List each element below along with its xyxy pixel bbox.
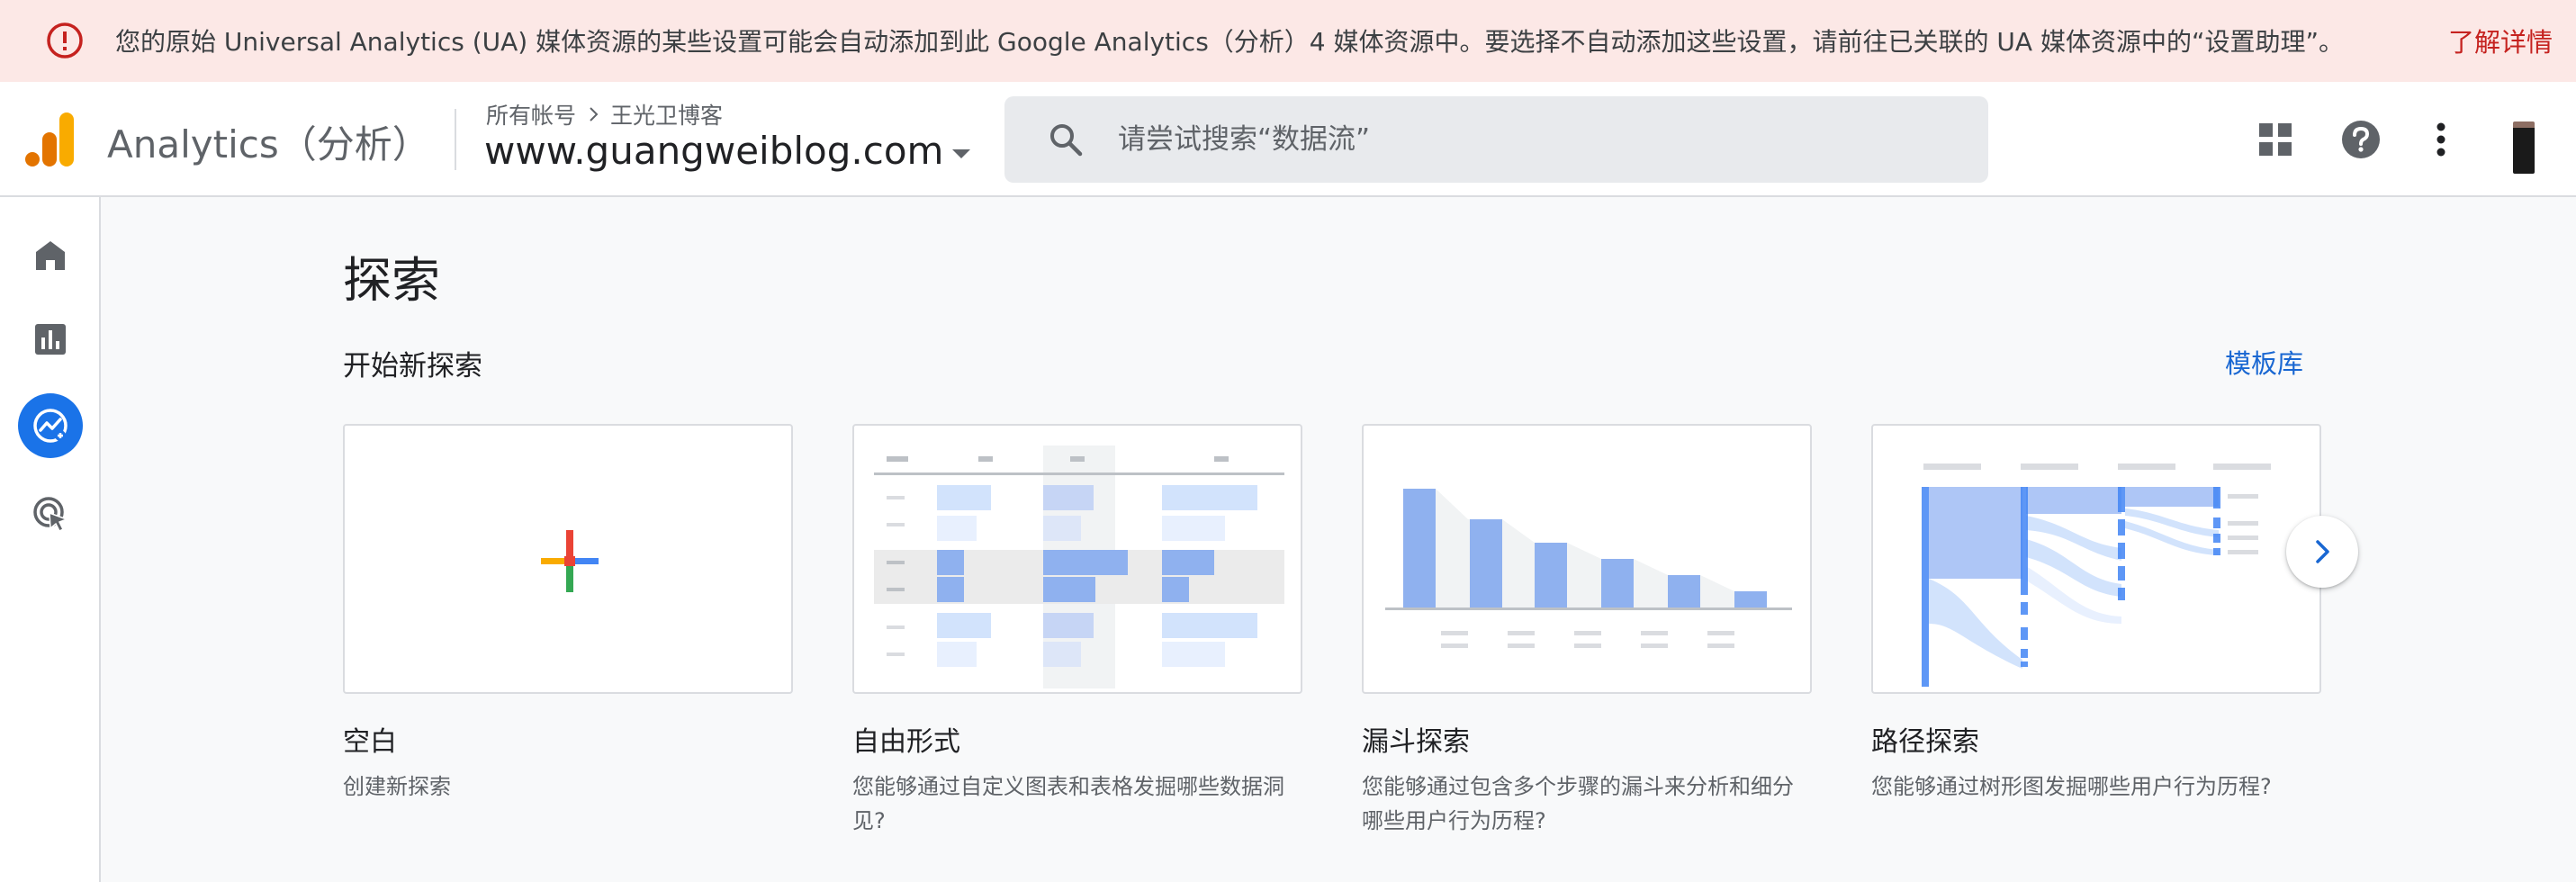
left-nav [0,197,101,882]
card-description: 创建新探索 [343,774,451,799]
path-tree-illustration [1922,464,2271,687]
nav-advertising[interactable] [18,482,83,546]
nav-explore[interactable] [18,393,83,458]
home-icon [36,241,65,270]
free-form-table-illustration [874,446,1284,688]
more-options-button[interactable] [2412,111,2470,168]
plus-icon [541,530,599,592]
analytics-logo-icon [25,112,74,166]
breadcrumb-accounts[interactable]: 所有帐号 [486,98,576,130]
help-icon [2342,121,2380,158]
page-title: 探索 [343,252,440,309]
card-description: 您能够通过包含多个步骤的漏斗来分析和细分哪些用户行为历程? [1362,774,1794,833]
more-vert-icon [2436,122,2445,157]
error-icon [47,22,83,58]
notification-banner: 您的原始 Universal Analytics (UA) 媒体资源的某些设置可… [0,0,2576,82]
card-thumbnail-blank [343,424,793,694]
chevron-right-icon [590,107,599,122]
app-name: Analytics（分析） [107,122,430,166]
section-title: 开始新探索 [343,350,482,382]
property-name: www.guangweiblog.com [484,129,944,173]
funnel-chart-illustration [1385,489,1792,648]
banner-message: 您的原始 Universal Analytics (UA) 媒体资源的某些设置可… [115,27,2344,57]
caret-down-icon [952,148,971,158]
card-thumbnail-funnel [1362,424,1812,694]
explore-icon [33,409,68,443]
breadcrumb[interactable]: 所有帐号 王光卫博客 [486,98,723,130]
avatar[interactable] [2513,122,2535,174]
search-bar[interactable] [1004,96,1988,183]
card-thumbnail-free-form [852,424,1302,694]
card-title: 漏斗探索 [1362,726,1470,758]
learn-more-link[interactable]: 了解详情 [2448,22,2553,59]
property-selector[interactable]: www.guangweiblog.com [484,129,971,173]
template-gallery-link[interactable]: 模板库 [2225,343,2303,381]
card-free-form[interactable]: 自由形式 您能够通过自定义图表和表格发掘哪些数据洞见? [852,424,1302,838]
breadcrumb-account-name[interactable]: 王光卫博客 [610,98,723,130]
chevron-right-icon [2316,540,2329,563]
bar-chart-icon [35,324,66,355]
nav-reports[interactable] [18,307,83,372]
search-icon [1050,124,1083,157]
carousel-next-button[interactable] [2286,516,2358,588]
card-title: 自由形式 [852,726,960,758]
header-divider [455,109,456,170]
card-description: 您能够通过树形图发掘哪些用户行为历程? [1871,774,2272,799]
card-thumbnail-path [1871,424,2321,694]
search-input[interactable] [1118,116,1928,163]
help-button[interactable] [2332,111,2390,168]
card-title: 空白 [343,726,397,758]
card-blank[interactable]: 空白 创建新探索 [343,424,793,804]
nav-home[interactable] [18,223,83,288]
card-path[interactable]: 路径探索 您能够通过树形图发掘哪些用户行为历程? [1871,424,2321,804]
card-funnel[interactable]: 漏斗探索 您能够通过包含多个步骤的漏斗来分析和细分哪些用户行为历程? [1362,424,1812,838]
apps-icon [2259,123,2292,156]
card-description: 您能够通过自定义图表和表格发掘哪些数据洞见? [852,774,1284,833]
card-title: 路径探索 [1871,726,1979,758]
top-header: Analytics（分析） 所有帐号 王光卫博客 www.guangweiblo… [0,82,2576,197]
main-content: 探索 开始新探索 模板库 空白 创建新探索 自由形式 您能够通过自定义图表和表格… [101,197,2576,882]
apps-button[interactable] [2247,111,2304,168]
advertising-icon [33,497,69,533]
